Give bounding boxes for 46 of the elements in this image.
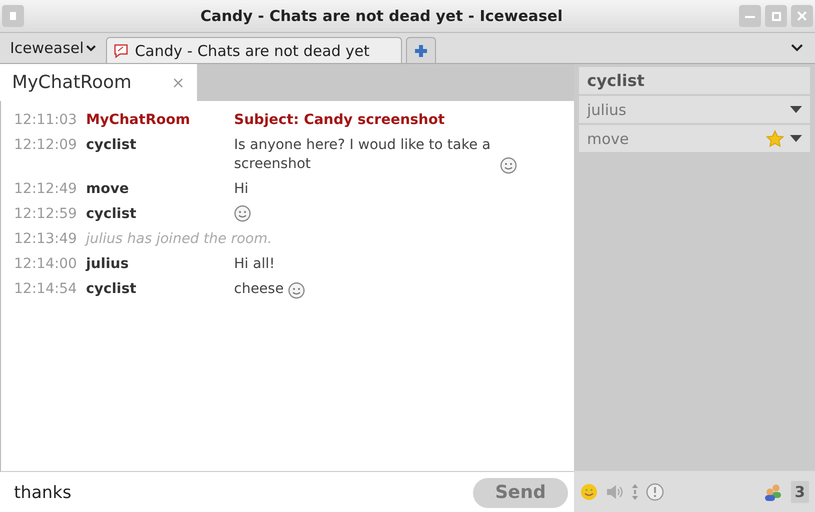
- tab-list-icon[interactable]: [791, 44, 803, 52]
- maximize-icon: [772, 12, 780, 20]
- info-icon[interactable]: [646, 483, 664, 501]
- message-time: 12:12:49: [14, 180, 78, 199]
- sender-name[interactable]: cyclist: [86, 280, 234, 299]
- sender-name[interactable]: julius: [86, 255, 234, 274]
- message-time: 12:12:09: [14, 136, 78, 155]
- caret-icon: [86, 44, 96, 52]
- window-menu-button[interactable]: [2, 5, 24, 27]
- message-time: 12:14:00: [14, 255, 78, 274]
- message-text: cheese: [234, 280, 284, 299]
- join-notice: julius has joined the room.: [86, 230, 273, 249]
- sender-name[interactable]: cyclist: [86, 136, 234, 155]
- room-subject: Subject: Candy screenshot: [234, 111, 446, 130]
- room-name: MyChatRoom: [86, 111, 192, 130]
- close-icon: [797, 11, 807, 21]
- menu-icon: [10, 12, 16, 20]
- window-title: Candy - Chats are not dead yet - Iceweasel: [199, 7, 564, 25]
- message-field[interactable]: thanks: [0, 472, 467, 512]
- new-tab-button[interactable]: [406, 37, 436, 63]
- room-tab[interactable]: MyChatRoom ×: [0, 64, 197, 101]
- speaker-icon[interactable]: [606, 485, 624, 499]
- message-text: Hi: [234, 180, 248, 199]
- maximize-button[interactable]: [765, 5, 787, 27]
- plus-icon: [412, 42, 429, 58]
- scroll-lock-icon[interactable]: [632, 484, 638, 500]
- sender-name[interactable]: cyclist: [86, 205, 234, 224]
- emoticon-icon[interactable]: [580, 483, 598, 501]
- message-text: Is anyone here? I woud like to take a screenshot: [234, 136, 492, 174]
- roster-user[interactable]: cyclist: [579, 67, 810, 94]
- dropdown-icon[interactable]: [790, 135, 802, 142]
- message-time: 12:12:59: [14, 205, 78, 224]
- user-count: 3: [790, 481, 809, 503]
- chat-bubble-icon: [112, 42, 129, 58]
- sender-name[interactable]: move: [86, 180, 234, 199]
- dropdown-icon[interactable]: [790, 106, 802, 113]
- browser-menu[interactable]: Iceweasel: [4, 39, 102, 57]
- close-button[interactable]: [791, 5, 813, 27]
- message-time: 12:14:54: [14, 280, 78, 299]
- users-icon: [762, 483, 783, 501]
- message-time: 12:13:49: [14, 230, 78, 249]
- message-text: Hi all!: [234, 255, 275, 274]
- minimize-button[interactable]: [739, 5, 761, 27]
- browser-tab[interactable]: Candy - Chats are not dead yet: [106, 37, 402, 63]
- minimize-icon: [745, 14, 755, 18]
- message-time: 12:11:03: [14, 111, 78, 130]
